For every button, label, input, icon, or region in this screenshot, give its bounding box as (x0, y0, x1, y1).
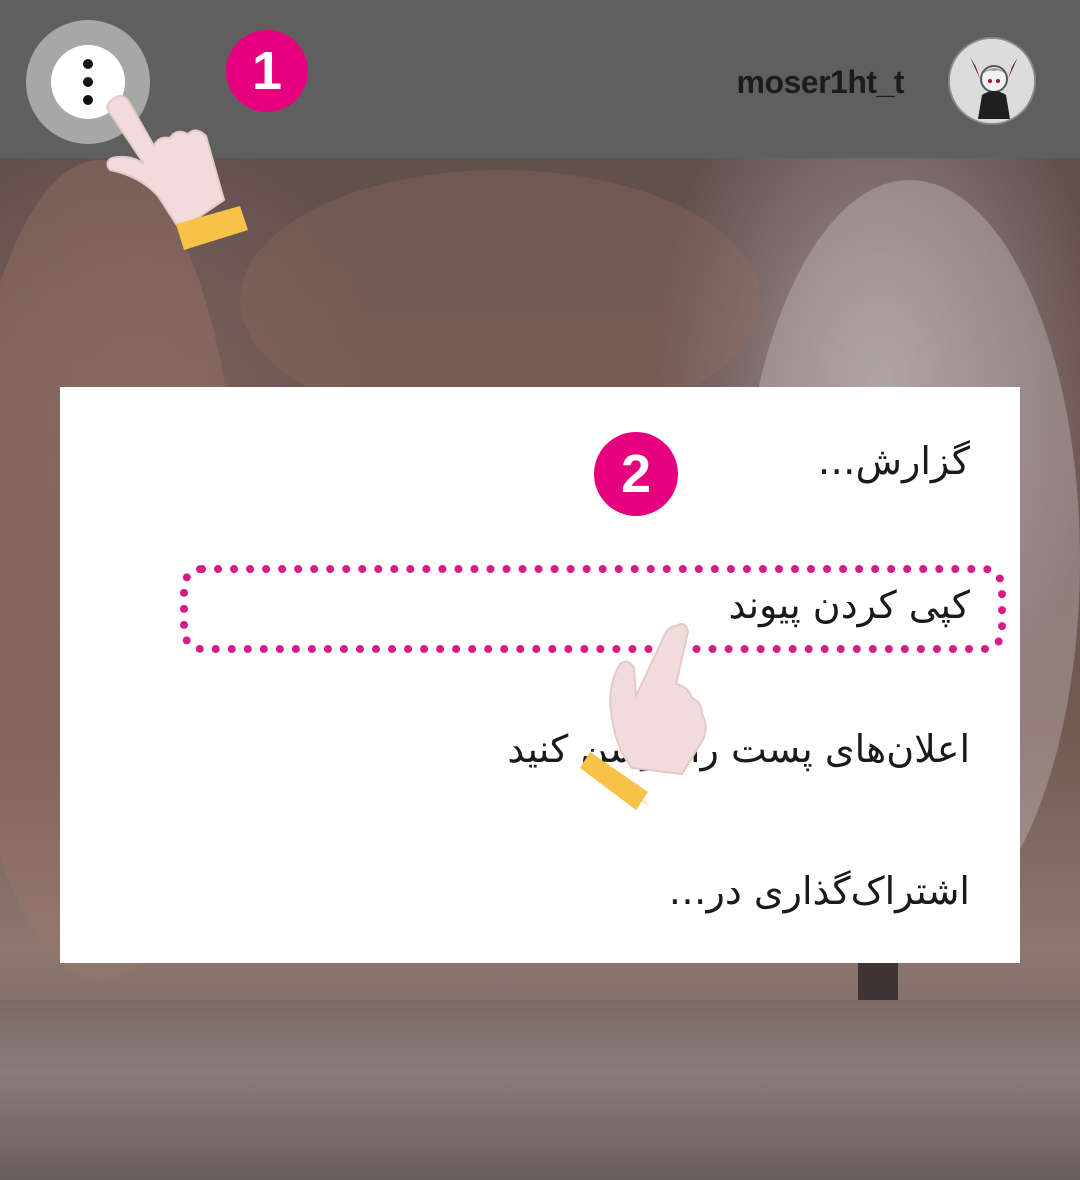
snowy-path (0, 1000, 1080, 1180)
options-popup-menu: گزارش… کپی کردن پیوند اعلان‌های پست را ر… (60, 387, 1020, 963)
menu-item-report[interactable]: گزارش… (818, 439, 970, 483)
post-username[interactable]: moser1ht_t (737, 64, 905, 101)
pointer-hand-icon (580, 623, 707, 810)
menu-item-share-to[interactable]: اشتراک‌گذاری در… (669, 869, 970, 913)
pointer-hand-icon (106, 95, 248, 250)
step-badge-2: 2 (594, 432, 678, 516)
more-vertical-icon (83, 95, 93, 105)
more-vertical-icon (83, 59, 93, 69)
more-vertical-icon (83, 77, 93, 87)
profile-avatar-icon[interactable] (948, 37, 1036, 125)
